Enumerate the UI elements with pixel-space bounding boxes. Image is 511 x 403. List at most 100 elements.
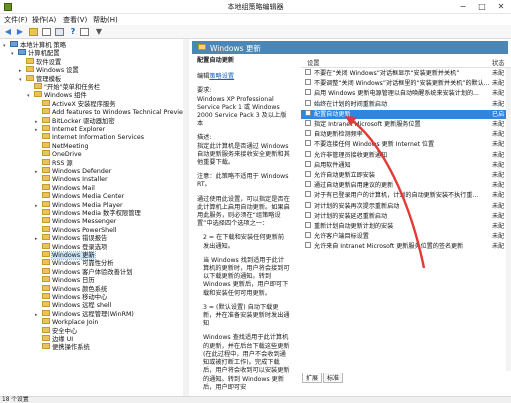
desc-option-2: 2 = 在下载和安装任何更新前发出通知。 [203,234,285,250]
close-button[interactable]: ✕ [493,1,509,12]
collapse-icon[interactable]: ▾ [19,76,26,85]
setting-row[interactable]: 允许来自 Intranet Microsoft 更新服务位置的签名更新 未配 [301,242,511,251]
view-tabs: 扩展 标准 [302,373,344,383]
setting-row[interactable]: 不要在“关闭 Windows”对话框显示“安装更新并关机” 未配 [301,69,511,78]
folder-icon [42,301,50,308]
policy-setting-icon [305,222,311,228]
folder-icon [42,225,50,232]
setting-state: 未配 [492,161,505,169]
column-header-setting[interactable]: 设置 [307,58,320,67]
setting-row[interactable]: 始终在计划的时间重新启动 未配 [301,99,511,109]
menu-view[interactable]: 查看(V) [63,15,87,25]
setting-name: 启用软件通知 [314,161,351,169]
tree-item-label: Internet Explorer [52,126,106,133]
folder-icon [42,183,50,190]
desc-option-2-detail: 当 Windows 找到适用于此计算机的更新时，用户将会接到可以下载更新的通知。… [203,256,290,297]
tree-item-label: Windows 远程 shell [52,302,112,310]
tree-item-label: Windows 颜色系统 [52,285,108,293]
folder-icon [42,309,50,316]
folder-up-icon[interactable] [29,28,38,36]
setting-row[interactable]: 允许非管理员接收更新通知 未配 [301,150,511,160]
back-arrow-icon[interactable]: ◀ [3,27,13,37]
tree-scrollbar[interactable] [183,39,188,396]
tree-item-label: RSS 源 [52,159,73,167]
tree-item-label: Windows Media 数字权限管理 [52,210,141,217]
collapse-icon[interactable]: ▾ [3,42,10,51]
maximize-button[interactable]: □ [474,1,490,12]
tree-item-label: BitLocker 驱动器加密 [52,117,115,125]
policy-setting-icon [305,109,311,116]
properties-icon[interactable] [80,28,89,36]
menu-file[interactable]: 文件(F) [4,15,28,25]
setting-name: 允许来自 Intranet Microsoft 更新服务位置的签名更新 [314,243,464,251]
settings-scrollbar[interactable] [506,68,511,371]
folder-icon [42,242,50,249]
policy-setting-icon [305,79,311,86]
tree-item-label: Windows 移动中心 [52,294,108,301]
tree-item-label: Internet Information Services [52,134,145,142]
collapse-icon[interactable]: ▾ [27,92,34,101]
tree-item-label: Windows Media Player [52,201,123,209]
folder-icon [26,66,34,73]
policy-setting-icon [305,140,311,147]
tree-item[interactable]: 便携操作系统 [35,343,90,352]
setting-row[interactable]: 允许客户端目标设置 未配 [301,232,511,241]
export-list-icon[interactable] [55,28,64,36]
folder-icon [42,284,50,291]
desc-usage: 通过使用此设置，可以指定是否在此计算机上启用自动更新。如果启用此服务，则必须在“… [197,195,290,228]
policy-setting-icon [305,201,311,208]
minimize-button[interactable]: − [455,1,471,12]
setting-state: 未配 [492,212,505,220]
collapse-icon[interactable]: ▾ [11,50,18,59]
tree-item-label: Windows Installer [52,176,108,184]
policy-setting-icon [305,191,311,198]
folder-icon [42,217,50,224]
tree-item-label: ActiveX 安装程序服务 [52,100,116,108]
tree-item-label: Windows Messenger [52,218,117,226]
menu-action[interactable]: 操作(A) [32,15,56,25]
tab-standard[interactable]: 标准 [323,373,344,383]
tree-item-label: "开始"菜单和任务栏 [44,84,101,91]
filter-icon[interactable]: ▼ [94,27,104,37]
edit-policy-link[interactable]: 策略设置 [209,73,234,80]
setting-row[interactable]: 启用 Windows 更新电源管理以自动唤醒系统来安装计划的... 未配 [301,89,511,98]
setting-row[interactable]: 自动更新检测频率 未配 [301,130,511,139]
setting-state: 未配 [492,80,505,88]
folder-icon [42,251,50,257]
setting-row[interactable]: 对计划的安装再次提示重新启动 未配 [301,201,511,211]
policy-setting-icon [305,69,311,75]
column-header-state[interactable]: 状态 [492,58,505,67]
setting-name: 对于有已登录用户的计算机，计划的自动更新安装不执行重... [314,192,479,200]
setting-row[interactable]: 重新计划自动更新计划的安装 未配 [301,222,511,231]
setting-row[interactable]: 启用软件通知 未配 [301,160,511,170]
setting-row[interactable]: 对计划的安装延迟重新启动 未配 [301,211,511,221]
menu-help[interactable]: 帮助(H) [93,15,118,25]
setting-row[interactable]: 对于有已登录用户的计算机，计划的自动更新安装不执行重... 未配 [301,191,511,200]
forward-arrow-icon[interactable]: ▶ [15,27,25,37]
setting-row[interactable]: 通过自动更新启用建议的更新 未配 [301,181,511,190]
folder-icon [42,326,50,333]
setting-row[interactable]: 不要连接任何 Windows 更新 Internet 位置 未配 [301,140,511,149]
policy-tree[interactable]: ▾ 本地计算机 策略 ▾ 计算机配置 软件设置 ▸ Windows 设置 ▾ 管理模板 "开始"菜… [0,39,188,396]
policy-setting-icon [305,89,311,96]
setting-name: 配置自动更新 [314,110,351,118]
folder-icon [26,57,34,64]
policy-setting-icon [305,99,311,106]
help-icon[interactable]: ? [68,27,78,37]
setting-row[interactable]: 指定 Intranet Microsoft 更新服务位置 未配 [301,120,511,129]
show-hide-tree-icon[interactable] [42,28,51,36]
folder-icon [42,133,50,140]
tree-item-label: Workplace Join [52,319,99,327]
tree-item-label: OneDrive [52,151,82,159]
setting-row[interactable]: 允许自动更新立即安装 未配 [301,171,511,180]
tree-item-label: Windows 错误报告 [52,235,108,243]
policy-setting-icon [305,242,311,249]
policy-setting-icon [305,181,311,188]
setting-row[interactable]: 不要调整“关闭 Windows”对话框里的“安装更新并关机”的默认... 未配 [301,79,511,88]
setting-row[interactable]: 配置自动更新 已启 [301,109,511,119]
tree-item-label: 本地计算机 策略 [20,42,67,49]
tree-item-label: Windows 可靠性分析 [52,260,114,268]
tab-extended[interactable]: 扩展 [302,373,323,383]
folder-icon [42,167,50,173]
section-title: Windows 更新 [210,44,261,53]
